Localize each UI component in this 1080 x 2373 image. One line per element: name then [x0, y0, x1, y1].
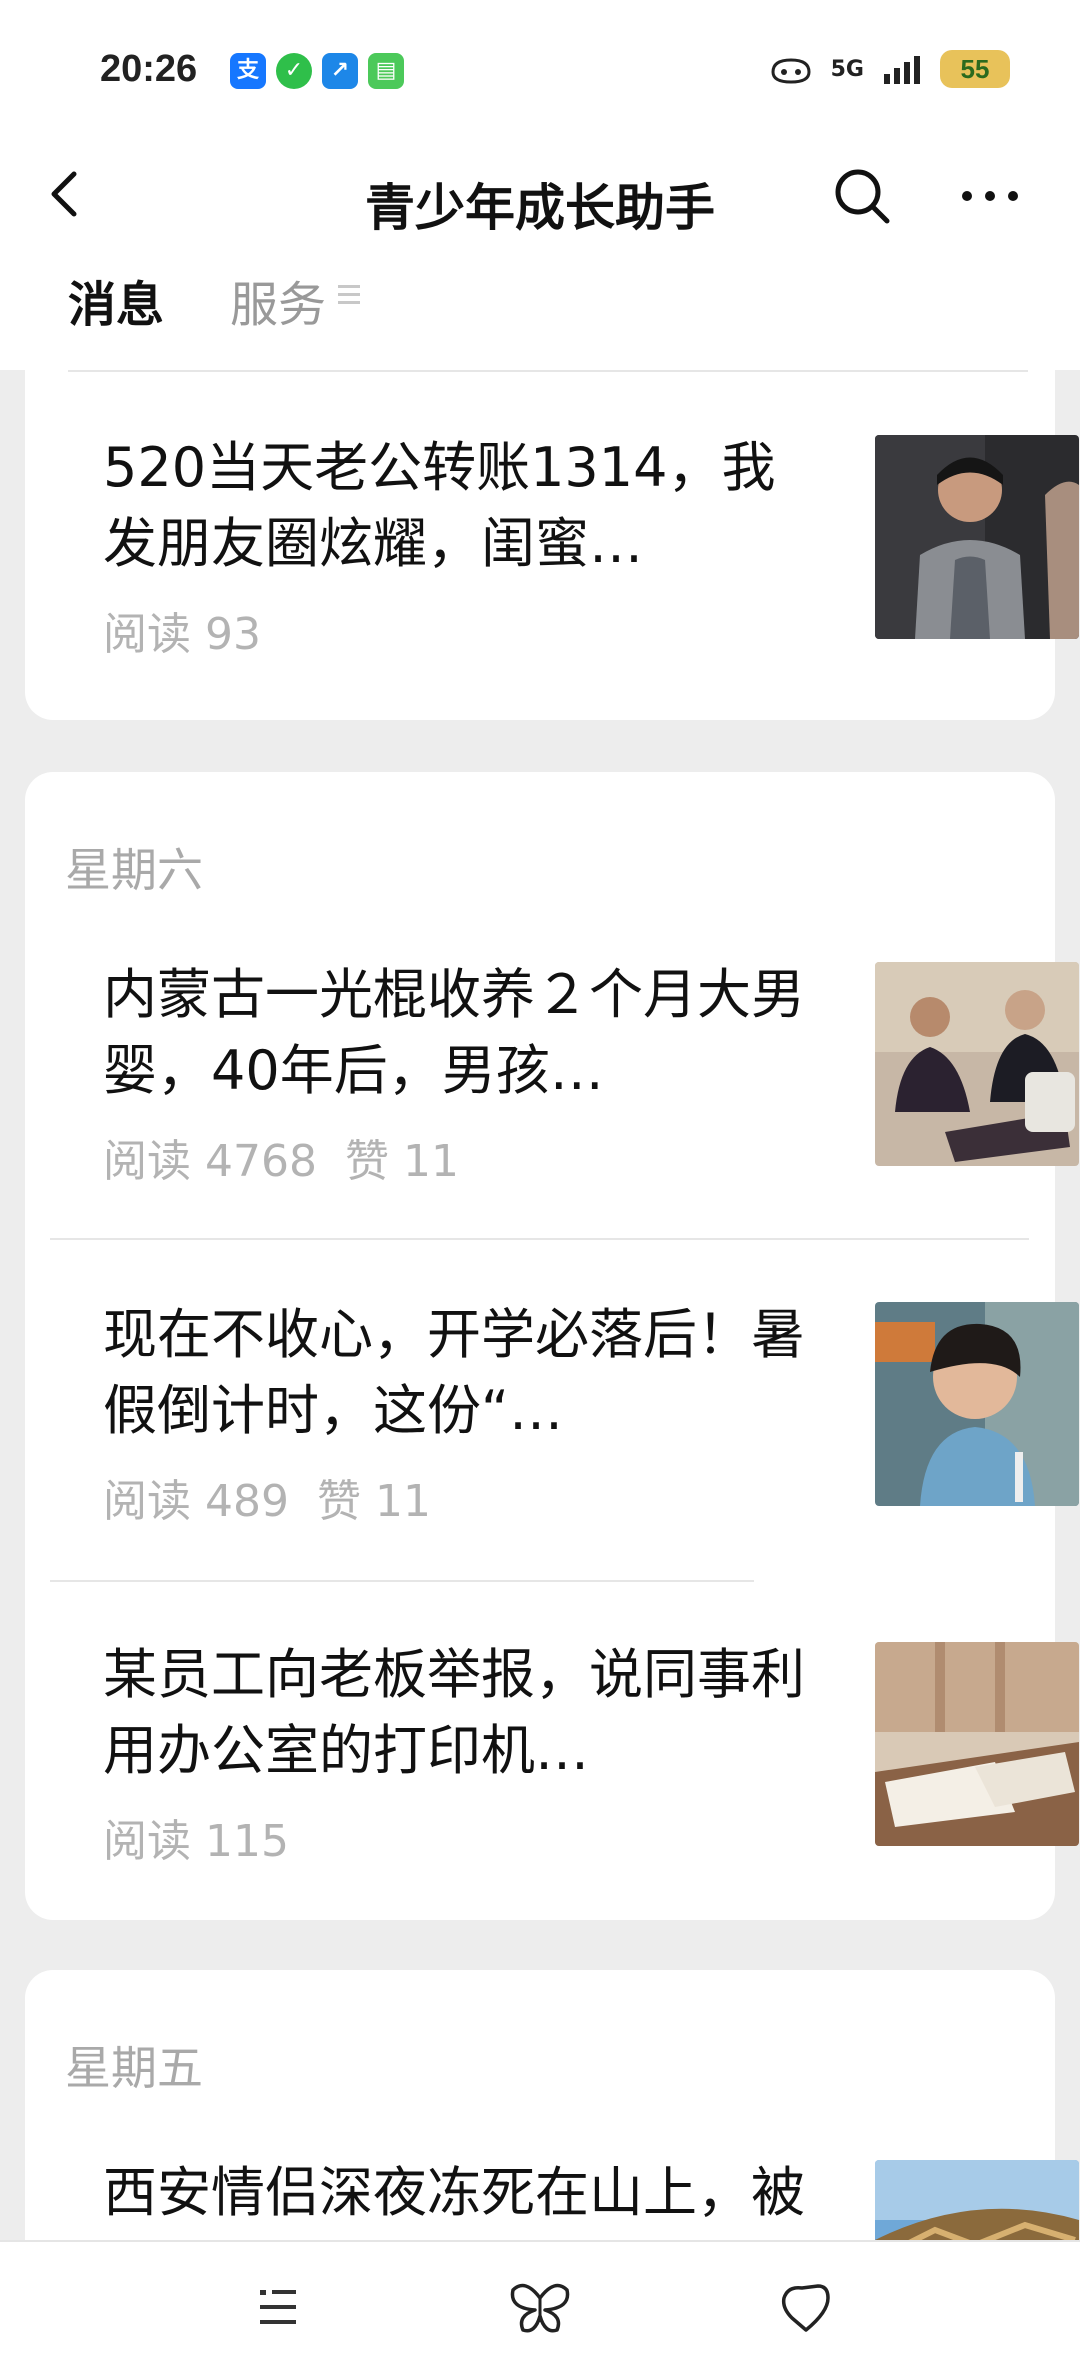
- read-count: 阅读 93: [103, 609, 261, 660]
- divider: [50, 1238, 1029, 1240]
- article-item[interactable]: 520当天老公转账1314，我发朋友圈炫耀，闺蜜… 阅读 93: [75, 430, 1079, 660]
- article-thumbnail[interactable]: [875, 435, 1079, 639]
- top-header: 20:26 支 ✓ ↗ ▤ 5G 55 青少年成长助手 消息 服务: [0, 0, 1080, 370]
- page-title: 青少年成长助手: [365, 179, 715, 237]
- like-count: 赞 11: [344, 1136, 459, 1187]
- services-menu-icon[interactable]: [338, 285, 360, 305]
- status-time: 20:26: [100, 48, 198, 90]
- more-options-icon[interactable]: [955, 164, 1025, 228]
- like-count: 赞 11: [316, 1476, 431, 1527]
- bottom-bar: [0, 2240, 1080, 2373]
- article-thumbnail[interactable]: [875, 1302, 1079, 1506]
- shield-icon: ✓: [276, 53, 312, 89]
- cat-wifi-icon: [771, 58, 811, 84]
- article-title[interactable]: 现在不收心，开学必落后！暑假倒计时，这份“…: [103, 1297, 813, 1449]
- article-title[interactable]: 内蒙古一光棍收养２个月大男婴，40年后，男孩…: [103, 957, 813, 1109]
- article-item[interactable]: 现在不收心，开学必落后！暑假倒计时，这份“… 阅读 489 赞 11: [75, 1297, 1079, 1527]
- signal-icon: [884, 56, 920, 84]
- article-thumbnail[interactable]: [875, 962, 1079, 1166]
- list-menu-icon[interactable]: [242, 2278, 312, 2338]
- read-count: 阅读 4768: [103, 1136, 317, 1187]
- day-label: 星期六: [65, 843, 203, 897]
- message-card: 520当天老公转账1314，我发朋友圈炫耀，闺蜜… 阅读 93: [25, 340, 1079, 720]
- status-app-icons: 支 ✓ ↗ ▤: [230, 53, 404, 89]
- heart-shape-icon[interactable]: [770, 2278, 840, 2338]
- divider: [68, 370, 1028, 372]
- status-indicators: 5G 55: [769, 50, 1010, 88]
- butterfly-icon[interactable]: [505, 2278, 575, 2338]
- read-count: 阅读 115: [103, 1816, 289, 1867]
- read-count: 阅读 489: [103, 1476, 289, 1527]
- article-item[interactable]: 内蒙古一光棍收养２个月大男婴，40年后，男孩… 阅读 4768 赞 11: [75, 957, 1079, 1187]
- article-stats: 阅读 489 赞 11: [103, 1465, 459, 1529]
- article-title[interactable]: 某员工向老板举报，说同事利用办公室的打印机…: [103, 1637, 813, 1789]
- alipay-icon: 支: [230, 53, 266, 89]
- tab-bar: 消息 服务: [0, 265, 1080, 355]
- network-label: 5G: [830, 56, 864, 82]
- article-stats: 阅读 93: [103, 598, 289, 662]
- tab-services[interactable]: 服务: [230, 265, 326, 335]
- day-label: 星期五: [65, 2041, 203, 2095]
- search-icon[interactable]: [830, 164, 894, 228]
- pointer-app-icon: ↗: [322, 53, 358, 89]
- article-title[interactable]: 520当天老公转账1314，我发朋友圈炫耀，闺蜜…: [103, 430, 813, 582]
- message-card: 星期六 内蒙古一光棍收养２个月大男婴，40年后，男孩… 阅读 4768 赞 11 …: [25, 772, 1079, 1920]
- message-app-icon: ▤: [368, 53, 404, 89]
- article-stats: 阅读 115: [103, 1805, 317, 1869]
- article-thumbnail[interactable]: [875, 1642, 1079, 1846]
- divider: [50, 1580, 754, 1582]
- status-bar: 20:26 支 ✓ ↗ ▤ 5G 55: [0, 40, 1080, 100]
- article-item[interactable]: 某员工向老板举报，说同事利用办公室的打印机… 阅读 115: [75, 1637, 1079, 1867]
- battery-indicator: 55: [940, 50, 1010, 88]
- nav-bar: 青少年成长助手: [0, 150, 1080, 240]
- article-stats: 阅读 4768 赞 11: [103, 1125, 487, 1189]
